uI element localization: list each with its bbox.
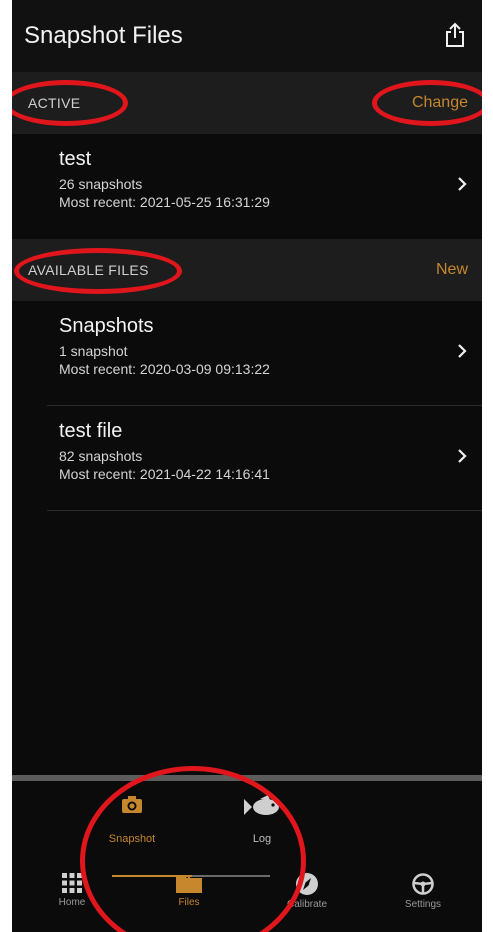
tab-calibrate[interactable]: Calibrate xyxy=(262,872,352,910)
file-count: 82 snapshots xyxy=(59,448,143,464)
available-section-title: AVAILABLE FILES xyxy=(28,262,149,278)
file-name: test xyxy=(59,148,92,170)
steering-wheel-icon xyxy=(412,873,434,895)
row-divider xyxy=(47,510,482,511)
tab-home[interactable]: Home xyxy=(27,872,117,908)
folder-icon xyxy=(176,876,202,893)
fish-icon xyxy=(244,795,279,815)
tab-files[interactable]: Files xyxy=(144,872,234,908)
page-title: Snapshot Files xyxy=(24,22,183,49)
list-item-file[interactable]: Snapshots 1 snapshot Most recent: 2020-0… xyxy=(12,301,482,406)
tab-files-label: Files xyxy=(178,897,200,908)
file-count: 1 snapshot xyxy=(59,343,128,359)
active-section-title: ACTIVE xyxy=(28,95,81,111)
chevron-right-icon xyxy=(458,177,467,191)
file-name: test file xyxy=(59,420,123,442)
active-section-header: ACTIVE Change xyxy=(12,72,482,134)
list-item-file[interactable]: test file 82 snapshots Most recent: 2021… xyxy=(12,406,482,511)
chevron-right-icon xyxy=(458,449,467,463)
file-recent: Most recent: 2021-04-22 14:16:41 xyxy=(59,466,270,482)
list-item-active-file[interactable]: test 26 snapshots Most recent: 2021-05-2… xyxy=(12,134,482,239)
tab-home-label: Home xyxy=(58,897,86,908)
sub-tab-snapshot[interactable]: Snapshot xyxy=(87,795,177,845)
tab-settings-label: Settings xyxy=(404,899,442,910)
compass-icon xyxy=(296,873,318,895)
change-button[interactable]: Change xyxy=(412,94,468,112)
phone-screen: Snapshot Files ACTIVE Change test 26 sna… xyxy=(12,0,482,932)
tab-settings[interactable]: Settings xyxy=(378,872,468,910)
tab-calibrate-label: Calibrate xyxy=(286,899,328,910)
file-recent: Most recent: 2020-03-09 09:13:22 xyxy=(59,361,270,377)
new-button[interactable]: New xyxy=(436,261,468,279)
sub-tab-log[interactable]: Log xyxy=(217,795,307,845)
file-recent: Most recent: 2021-05-25 16:31:29 xyxy=(59,194,270,210)
share-icon[interactable] xyxy=(442,22,468,48)
sub-tab-snapshot-label: Snapshot xyxy=(108,833,156,845)
file-count: 26 snapshots xyxy=(59,176,143,192)
file-name: Snapshots xyxy=(59,315,154,337)
chevron-right-icon xyxy=(458,344,467,358)
sub-tab-log-label: Log xyxy=(252,833,272,845)
available-section-header: AVAILABLE FILES New xyxy=(12,239,482,301)
camera-icon xyxy=(122,796,142,813)
grid-icon xyxy=(62,873,82,893)
nav-header: Snapshot Files xyxy=(12,0,482,72)
